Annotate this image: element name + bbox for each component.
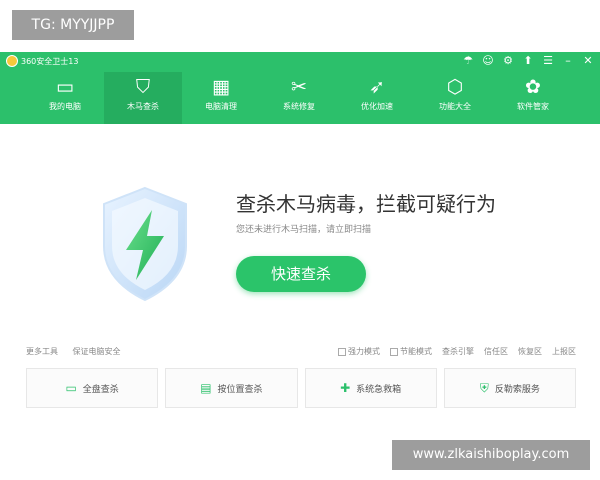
minimize-icon[interactable]: – [562, 54, 574, 68]
nav-trojan-scan[interactable]: ⛉ 木马查杀 [104, 72, 182, 124]
nav-label: 电脑清理 [205, 102, 237, 111]
nav-label: 优化加速 [361, 102, 393, 111]
nav-label: 木马查杀 [127, 102, 159, 111]
security-hint: 保证电脑安全 [72, 347, 121, 356]
apps-icon: ✿ [525, 76, 541, 98]
cube-icon: ⬡ [446, 76, 464, 98]
nav-software-manager[interactable]: ✿ 软件管家 [494, 72, 572, 124]
nav-features[interactable]: ⬡ 功能大全 [416, 72, 494, 124]
watermark-banner: www.zlkaishiboplay.com [392, 440, 590, 470]
nav-label: 功能大全 [439, 102, 471, 111]
tool-strip: 更多工具 保证电脑安全 强力模式 节能模式 查杀引擎 信任区 恢复区 上报区 [26, 343, 576, 359]
scan-engine-link[interactable]: 查杀引擎 [442, 346, 474, 357]
card-label: 按位置查杀 [217, 384, 263, 395]
rescue-kit-button[interactable]: ✚ 系统急救箱 [304, 368, 437, 408]
power-save-option[interactable]: 节能模式 [390, 346, 432, 357]
card-label: 系统急救箱 [356, 384, 402, 395]
strong-mode-option[interactable]: 强力模式 [338, 346, 380, 357]
nav-label: 我的电脑 [49, 102, 81, 111]
first-aid-icon: ✚ [340, 381, 351, 395]
scan-status-text: 您还未进行木马扫描，请立即扫描 [236, 225, 372, 235]
card-label: 反勒索服务 [494, 384, 540, 395]
monitor-icon: ▭ [65, 381, 77, 395]
feedback-icon[interactable]: ⬆ [522, 54, 534, 68]
shield-bolt-icon [103, 186, 187, 302]
trust-zone-link[interactable]: 信任区 [484, 346, 508, 357]
monitor-icon: ▭ [56, 76, 74, 98]
nav-speedup[interactable]: ➶ 优化加速 [338, 72, 416, 124]
card-label: 全盘查杀 [82, 384, 119, 395]
nav-label: 软件管家 [517, 102, 549, 111]
nav-system-repair[interactable]: ✂ 系统修复 [260, 72, 338, 124]
settings-icon[interactable]: ⚙ [502, 54, 514, 68]
quick-scan-button[interactable]: 快速查杀 [236, 256, 366, 292]
app-brand: 360安全卫士13 [6, 55, 78, 67]
nav-cleanup[interactable]: ▦ 电脑清理 [182, 72, 260, 124]
shield-bolt-icon: ⛉ [135, 76, 151, 98]
checkbox-icon [390, 347, 398, 356]
nav-my-computer[interactable]: ▭ 我的电脑 [26, 72, 104, 124]
channel-label: TG: MYYJJPP [12, 10, 134, 40]
page-title: 查杀木马病毒，拦截可疑行为 [236, 192, 496, 216]
account-icon[interactable]: ☺ [482, 54, 494, 68]
window-controls: ☂ ☺ ⚙ ⬆ ☰ – ✕ [462, 54, 594, 68]
location-scan-button[interactable]: ▤ 按位置查杀 [165, 368, 298, 408]
option-label: 节能模式 [400, 347, 432, 356]
close-icon[interactable]: ✕ [582, 54, 594, 68]
menu-icon[interactable]: ☰ [542, 54, 554, 68]
shield-icon: ⛨ [479, 380, 489, 395]
main-nav: ▭ 我的电脑 ⛉ 木马查杀 ▦ 电脑清理 ✂ 系统修复 ➶ 优化加速 ⬡ 功能大… [0, 72, 600, 124]
folder-icon: ▤ [200, 381, 212, 395]
report-zone-link[interactable]: 上报区 [552, 346, 576, 357]
option-label: 强力模式 [348, 347, 380, 356]
broom-icon: ▦ [212, 76, 230, 98]
rocket-icon: ➶ [369, 76, 385, 98]
restore-zone-link[interactable]: 恢复区 [518, 346, 542, 357]
nav-label: 系统修复 [283, 102, 315, 111]
app-window: 360安全卫士13 ☂ ☺ ⚙ ⬆ ☰ – ✕ ▭ 我的电脑 ⛉ 木马查杀 ▦ … [0, 52, 600, 452]
skin-icon[interactable]: ☂ [462, 54, 474, 68]
more-tools-link[interactable]: 更多工具 [26, 347, 58, 356]
wrench-icon: ✂ [291, 76, 307, 98]
full-scan-button[interactable]: ▭ 全盘查杀 [26, 368, 159, 408]
scan-options: ▭ 全盘查杀 ▤ 按位置查杀 ✚ 系统急救箱 ⛨ 反勒索服务 [26, 368, 576, 410]
app-logo-icon [6, 55, 18, 67]
trojan-scan-panel: 查杀木马病毒，拦截可疑行为 您还未进行木马扫描，请立即扫描 快速查杀 更多工具 … [0, 124, 600, 452]
title-bar: 360安全卫士13 ☂ ☺ ⚙ ⬆ ☰ – ✕ [0, 52, 600, 72]
checkbox-icon [338, 347, 346, 356]
app-name: 360安全卫士13 [21, 56, 79, 66]
anti-ransom-button[interactable]: ⛨ 反勒索服务 [443, 368, 576, 408]
